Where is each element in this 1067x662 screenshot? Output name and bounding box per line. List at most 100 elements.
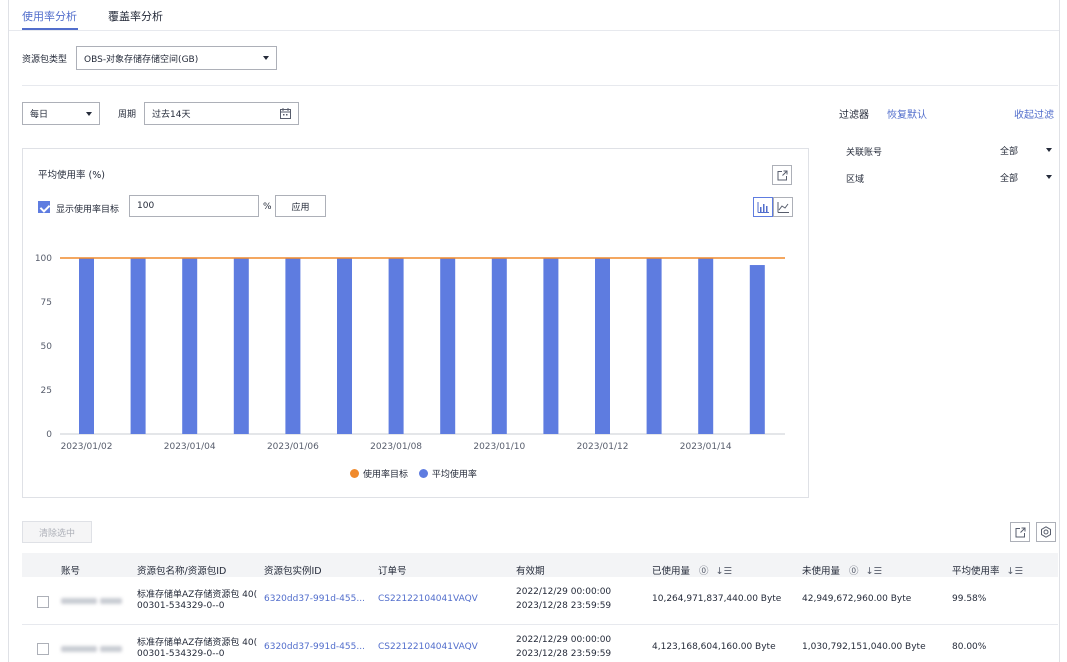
sort-icon[interactable]: ↓☰ xyxy=(866,566,882,577)
granularity-value: 每日 xyxy=(30,110,49,120)
tabs-divider xyxy=(9,30,1059,31)
unused-amount: 42,949,672,960.00 Byte xyxy=(802,594,912,604)
linked-account-label: 关联账号 xyxy=(846,148,883,158)
y-tick-label: 0 xyxy=(46,430,52,440)
region-value: 全部 xyxy=(1000,173,1019,184)
line-chart-toggle[interactable] xyxy=(773,197,793,217)
package-type-value: OBS-对象存储存储空间(GB) xyxy=(84,54,199,65)
bar-2023/01/04 xyxy=(182,258,198,434)
granularity-select[interactable]: 每日 xyxy=(22,102,100,125)
bar-2023/01/08 xyxy=(388,258,404,434)
instance-id-link[interactable]: 6320dd37-991d-455... xyxy=(264,642,365,652)
region-label: 区域 xyxy=(846,175,865,185)
filter-title: 过滤器 xyxy=(839,110,869,121)
valid-to: 2023/12/28 23:59:59 xyxy=(516,601,612,611)
order-id-link[interactable]: CS22122104041VAQV xyxy=(378,594,478,604)
period-value: 过去14天 xyxy=(152,110,191,120)
clear-selection-button[interactable]: 清除选中 xyxy=(22,521,92,543)
col-unused-label: 未使用量 xyxy=(802,566,841,577)
filter-divider xyxy=(22,85,1058,86)
bar-chart-toggle[interactable] xyxy=(753,197,773,217)
target-value-input[interactable]: 100 xyxy=(129,195,259,217)
export-button[interactable] xyxy=(772,165,792,185)
valid-from: 2022/12/29 00:00:00 xyxy=(516,587,612,597)
linked-account-value: 全部 xyxy=(1000,146,1019,157)
account-redacted xyxy=(100,646,122,652)
chevron-down-icon xyxy=(1046,175,1052,179)
col-instance-id: 资源包实例ID xyxy=(264,566,322,577)
y-tick-label: 100 xyxy=(35,254,52,264)
legend-item-average: 平均使用率 xyxy=(418,469,477,480)
percent-unit: % xyxy=(263,202,272,212)
region-select[interactable]: 全部 xyxy=(1000,169,1052,185)
x-tick-label: 2023/01/08 xyxy=(370,442,422,452)
legend-label-average: 平均使用率 xyxy=(431,470,477,480)
x-tick-label: 2023/01/14 xyxy=(680,442,732,452)
calendar-icon xyxy=(280,108,291,119)
help-icon[interactable]: ⓪ xyxy=(699,566,709,577)
bar-2023/01/10 xyxy=(491,258,507,434)
tab-coverage-analysis[interactable]: 覆盖率分析 xyxy=(108,8,163,24)
period-date-picker[interactable]: 过去14天 xyxy=(144,102,299,125)
period-label: 周期 xyxy=(118,110,137,120)
show-target-checkbox[interactable] xyxy=(38,201,50,213)
legend-item-target: 使用率目标 xyxy=(350,469,411,480)
y-tick-label: 25 xyxy=(41,386,52,396)
x-tick-label: 2023/01/06 xyxy=(267,442,319,452)
avg-rate: 80.00% xyxy=(952,642,987,652)
reset-default-link[interactable]: 恢复默认 xyxy=(887,106,927,121)
col-validity: 有效期 xyxy=(516,566,545,577)
help-icon[interactable]: ⓪ xyxy=(849,566,859,577)
account-redacted xyxy=(100,598,122,604)
gear-icon xyxy=(1041,526,1051,538)
bar-2023/01/15 xyxy=(749,265,765,434)
export-icon xyxy=(1015,527,1025,537)
linked-account-select[interactable]: 全部 xyxy=(1000,142,1052,158)
bar-2023/01/07 xyxy=(337,258,352,434)
bar-chart-icon xyxy=(757,201,769,213)
bar-2023/01/11 xyxy=(543,258,559,434)
sort-icon[interactable]: ↓☰ xyxy=(716,566,732,577)
col-used-label: 已使用量 xyxy=(652,566,691,577)
sort-icon[interactable]: ↓☰ xyxy=(1007,566,1023,577)
package-id: 00301-534329-0--0 xyxy=(137,601,225,611)
show-target-label: 显示使用率目标 xyxy=(56,205,120,215)
target-value-text: 100 xyxy=(137,201,155,211)
bar-2023/01/13 xyxy=(646,258,662,434)
bar-2023/01/06 xyxy=(285,258,301,434)
apply-button[interactable]: 应用 xyxy=(275,195,326,217)
account-redacted xyxy=(61,646,97,652)
chart-title: 平均使用率 (%) xyxy=(38,170,105,181)
y-tick-label: 75 xyxy=(41,298,52,308)
instance-id-link[interactable]: 6320dd37-991d-455... xyxy=(264,594,365,604)
col-unused[interactable]: 未使用量 ⓪ ↓☰ xyxy=(802,563,882,577)
used-amount: 4,123,168,604,160.00 Byte xyxy=(652,642,776,652)
valid-from: 2022/12/29 00:00:00 xyxy=(516,635,612,645)
chevron-down-icon xyxy=(263,56,269,60)
row-checkbox[interactable] xyxy=(37,596,49,608)
col-used[interactable]: 已使用量 ⓪ ↓☰ xyxy=(652,563,732,577)
package-id: 00301-534329-0--0 xyxy=(137,649,225,659)
x-tick-label: 2023/01/12 xyxy=(577,442,629,452)
account-redacted xyxy=(61,598,97,604)
legend-dot-average xyxy=(418,469,428,478)
tab-usage-analysis[interactable]: 使用率分析 xyxy=(22,8,77,24)
chevron-down-icon xyxy=(86,111,92,116)
order-id-link[interactable]: CS22122104041VAQV xyxy=(378,642,478,652)
export-icon xyxy=(777,170,787,180)
legend-dot-target xyxy=(350,469,359,478)
bar-2023/01/02 xyxy=(79,258,94,434)
col-order-id: 订单号 xyxy=(378,566,407,577)
table-settings-button[interactable] xyxy=(1036,522,1056,542)
col-account: 账号 xyxy=(61,566,81,577)
row-checkbox[interactable] xyxy=(37,643,49,655)
legend-label-target: 使用率目标 xyxy=(363,470,409,480)
col-avg-rate[interactable]: 平均使用率 ↓☰ xyxy=(952,563,1023,577)
usage-rate-chart: 0 25 50 75 100 2023/01/02 2023/01/04 2023/01/06… xyxy=(35,254,785,452)
bar-2023/01/05 xyxy=(233,258,249,434)
x-tick-label: 2023/01/04 xyxy=(164,442,216,452)
collapse-filter-link[interactable]: 收起过滤 xyxy=(1014,106,1054,121)
bar-2023/01/12 xyxy=(595,258,610,434)
table-export-button[interactable] xyxy=(1010,522,1030,542)
package-type-select[interactable]: OBS-对象存储存储空间(GB) xyxy=(76,46,277,70)
